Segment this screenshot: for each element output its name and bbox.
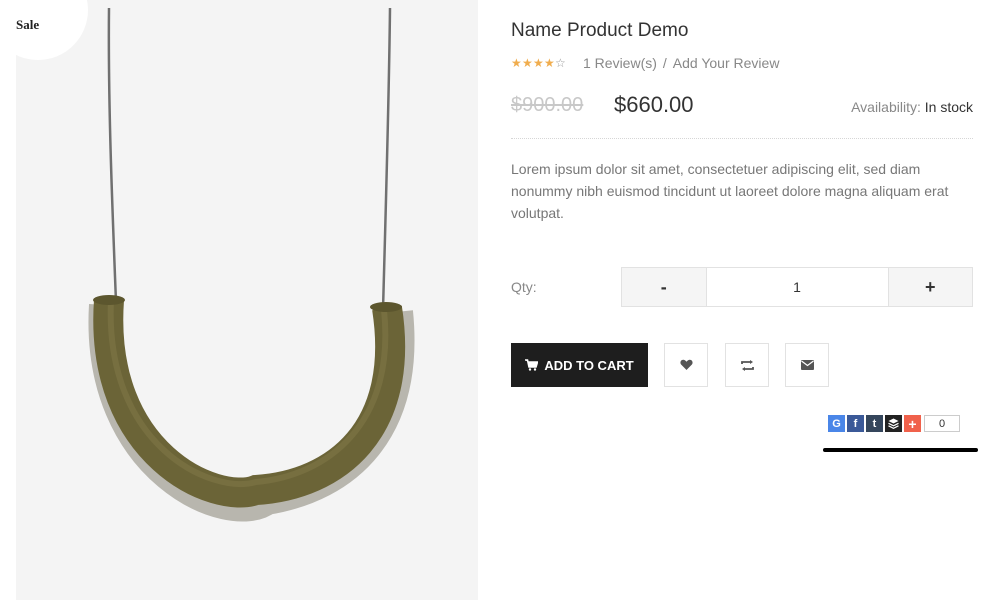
share-underline: [823, 448, 978, 452]
availability-label: Availability:: [851, 99, 921, 115]
availability: Availability: In stock: [851, 99, 973, 115]
qty-label: Qty:: [511, 279, 537, 295]
envelope-icon: [800, 360, 814, 370]
product-rating: ★ ★ ★ ★ ☆ 1 Review(s) / Add Your Review: [511, 55, 779, 71]
star-icon: ★: [544, 56, 555, 70]
wishlist-button[interactable]: [664, 343, 708, 387]
star-icon: ★: [522, 56, 533, 70]
quantity-stepper: - +: [621, 267, 973, 307]
necklace-image: [88, 7, 415, 522]
star-icon: ★: [511, 56, 522, 70]
qty-input[interactable]: [706, 268, 888, 306]
share-count: 0: [924, 415, 960, 432]
product-image[interactable]: Sale: [16, 0, 478, 600]
rating-stars: ★ ★ ★ ★ ☆: [511, 57, 566, 69]
star-icon: ★: [533, 56, 544, 70]
product-description: Lorem ipsum dolor sit amet, consectetuer…: [511, 161, 949, 221]
add-to-cart-label: ADD TO CART: [544, 357, 634, 373]
cart-icon: [525, 359, 539, 371]
plus-icon[interactable]: +: [904, 415, 921, 432]
compare-button[interactable]: [725, 343, 769, 387]
divider: [511, 138, 973, 139]
buffer-icon[interactable]: [885, 415, 902, 432]
old-price: $900.00: [511, 94, 584, 116]
compare-icon: [740, 359, 754, 371]
heart-icon: [679, 359, 693, 370]
product-title: Name Product Demo: [511, 20, 689, 41]
facebook-icon[interactable]: f: [847, 415, 864, 432]
add-review-link[interactable]: Add Your Review: [673, 55, 780, 71]
share-bar: G f t + 0: [828, 415, 960, 432]
reviews-link[interactable]: 1 Review(s): [583, 55, 657, 71]
google-icon[interactable]: G: [828, 415, 845, 432]
sale-label: Sale: [16, 17, 40, 32]
tumblr-icon[interactable]: t: [866, 415, 883, 432]
star-empty-icon: ☆: [555, 56, 566, 70]
current-price: $660.00: [614, 92, 694, 117]
availability-status: In stock: [924, 99, 973, 115]
email-button[interactable]: [785, 343, 829, 387]
add-to-cart-button[interactable]: ADD TO CART: [511, 343, 648, 387]
review-separator: /: [662, 55, 667, 71]
qty-decrease-button[interactable]: -: [622, 268, 707, 306]
qty-increase-button[interactable]: +: [887, 268, 972, 306]
